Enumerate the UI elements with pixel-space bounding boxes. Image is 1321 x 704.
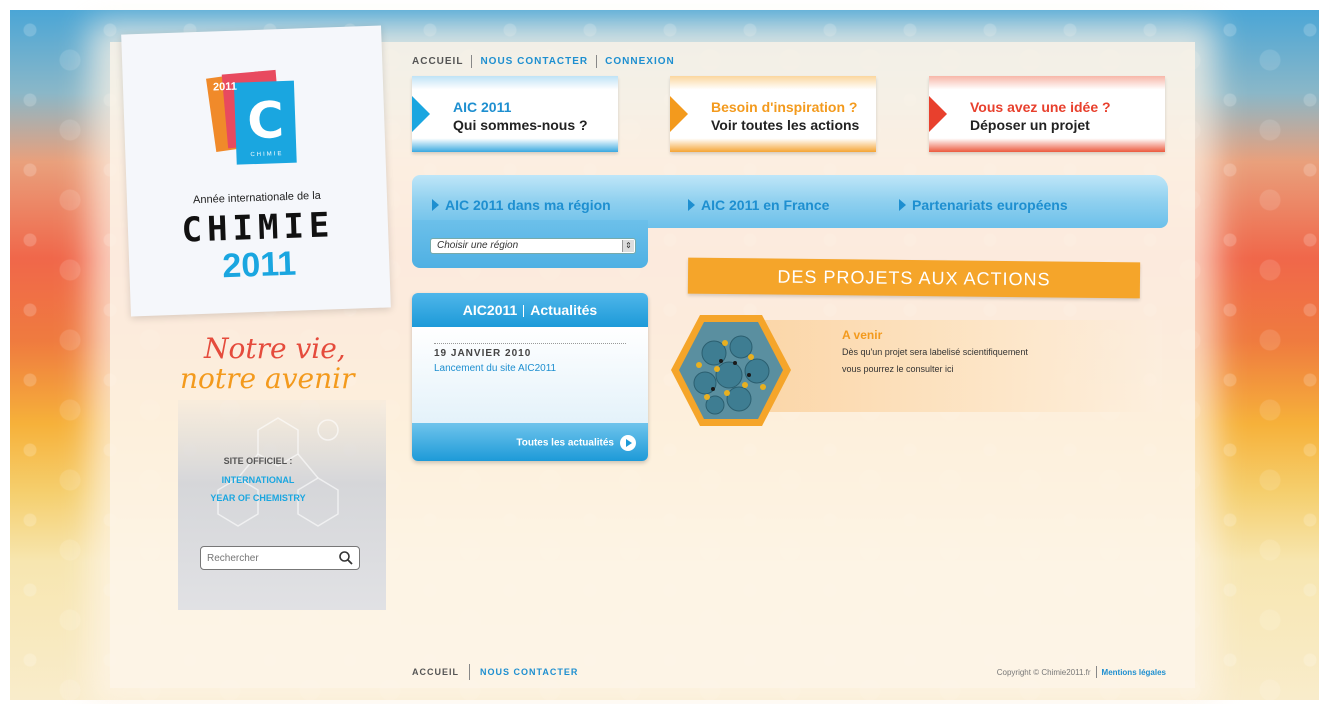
triangle-right-icon xyxy=(688,199,695,211)
news-title-b: Actualités xyxy=(530,302,598,318)
region-select-value: Choisir une région xyxy=(437,240,519,251)
copyright-text: Copyright © Chimie2011.fr xyxy=(996,667,1091,677)
news-date: 19 JANVIER 2010 xyxy=(434,343,626,359)
sidebar-box: SITE OFFICIEL : INTERNATIONAL YEAR OF CH… xyxy=(178,400,386,610)
circle-arrow-right-icon xyxy=(620,435,636,451)
news-body: 19 JANVIER 2010 Lancement du site AIC201… xyxy=(412,327,648,423)
footer-nav: ACCUEIL NOUS CONTACTER xyxy=(412,664,578,680)
triangle-right-icon xyxy=(432,199,439,211)
submit-project-button-subtitle: Déposer un projet xyxy=(970,117,1090,133)
about-button-title: AIC 2011 xyxy=(453,99,512,115)
search-box xyxy=(200,546,360,570)
news-headline-link[interactable]: Lancement du site AIC2011 xyxy=(434,363,626,374)
molecule-image xyxy=(671,315,791,426)
region-link-label: AIC 2011 en France xyxy=(701,197,830,213)
logo-year: 2011 xyxy=(221,244,297,286)
submit-project-button[interactable]: Vous avez une idée ? Déposer un projet xyxy=(929,76,1165,152)
region-link-label: AIC 2011 dans ma région xyxy=(445,197,611,213)
see-actions-button-subtitle: Voir toutes les actions xyxy=(711,117,860,133)
logo-letter: C xyxy=(246,91,285,151)
logo-year-small: 2011 xyxy=(212,80,238,94)
all-news-link[interactable]: Toutes les actualités xyxy=(412,423,648,461)
about-button-subtitle: Qui sommes-nous ? xyxy=(453,117,588,133)
nav-divider xyxy=(471,55,473,68)
region-link-france[interactable]: AIC 2011 en France xyxy=(688,197,829,213)
see-actions-button-title: Besoin d'inspiration ? xyxy=(711,99,858,115)
chimie-logo-mark: 2011 C CHIMIE xyxy=(206,69,299,170)
footer-divider xyxy=(469,664,470,680)
nav-contact[interactable]: NOUS CONTACTER xyxy=(480,56,588,67)
news-box: AIC2011 Actualités 19 JANVIER 2010 Lancem… xyxy=(412,293,648,461)
nav-login[interactable]: CONNEXION xyxy=(605,56,675,67)
select-arrows-icon: ⇕ xyxy=(622,240,634,252)
region-link-european[interactable]: Partenariats européens xyxy=(899,197,1068,213)
footer-divider xyxy=(1095,666,1097,678)
top-nav: ACCUEIL NOUS CONTACTER CONNEXION xyxy=(412,55,675,68)
region-link-label: Partenariats européens xyxy=(912,197,1068,213)
arrow-right-icon xyxy=(929,96,947,132)
legal-link[interactable]: Mentions légales xyxy=(1102,668,1166,677)
all-news-label: Toutes les actualités xyxy=(516,437,614,449)
logo-word: CHIMIE xyxy=(250,151,284,159)
project-title: A venir xyxy=(842,328,883,342)
search-icon[interactable] xyxy=(338,550,354,566)
official-site-label: SITE OFFICIEL : xyxy=(223,456,293,466)
footer-contact-link[interactable]: NOUS CONTACTER xyxy=(480,667,578,677)
nav-divider xyxy=(596,55,598,68)
arrow-right-icon xyxy=(412,96,430,132)
about-button[interactable]: AIC 2011 Qui sommes-nous ? xyxy=(412,76,618,152)
site-logo[interactable]: 2011 C CHIMIE Année internationale de la… xyxy=(121,25,391,317)
footer-home-link[interactable]: ACCUEIL xyxy=(412,667,459,677)
region-select[interactable]: Choisir une région ⇕ xyxy=(430,238,636,254)
iyc-link-line-1[interactable]: INTERNATIONAL xyxy=(178,475,338,485)
search-input[interactable] xyxy=(207,548,335,568)
news-title-a: AIC2011 xyxy=(462,302,518,318)
project-text: Dès qu'un projet sera labelisé scientifi… xyxy=(842,347,1028,374)
nav-home[interactable]: ACCUEIL xyxy=(412,56,463,67)
triangle-right-icon xyxy=(899,199,906,211)
copyright: Copyright © Chimie2011.fr Mentions légal… xyxy=(997,666,1166,678)
iyc-link-line-2[interactable]: YEAR OF CHEMISTRY xyxy=(178,493,338,503)
arrow-right-icon xyxy=(670,96,688,132)
projects-banner: DES PROJETS AUX ACTIONS xyxy=(687,257,1141,299)
slogan-line-1: Notre vie, xyxy=(204,332,346,365)
submit-project-button-title: Vous avez une idée ? xyxy=(970,99,1111,115)
news-header: AIC2011 Actualités xyxy=(412,293,648,327)
region-link-my-region[interactable]: AIC 2011 dans ma région xyxy=(432,197,611,213)
see-actions-button[interactable]: Besoin d'inspiration ? Voir toutes les a… xyxy=(670,76,876,152)
